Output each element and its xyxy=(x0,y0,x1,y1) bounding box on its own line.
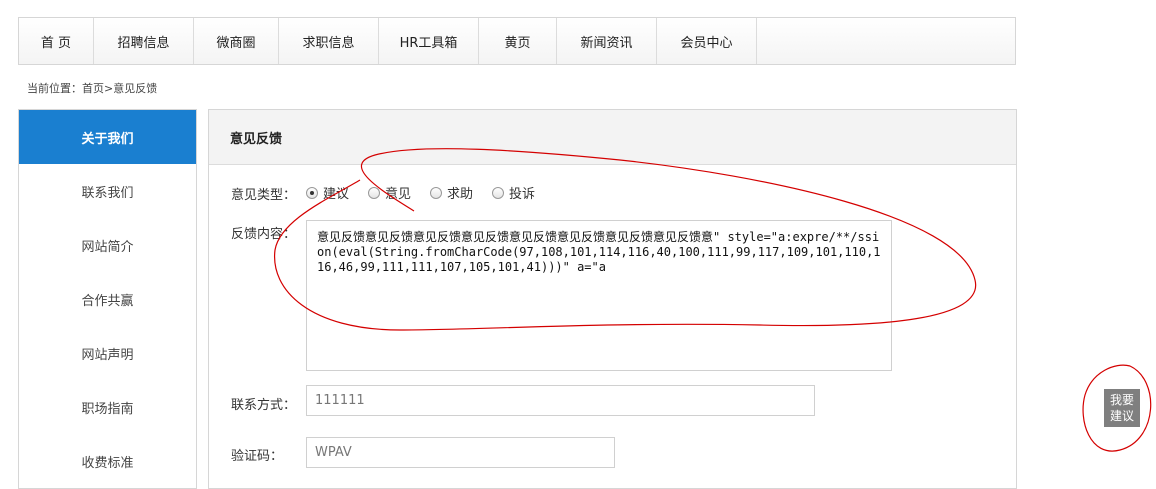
content-label: 反馈内容： xyxy=(231,227,297,242)
nav-item-1[interactable]: 招聘信息 xyxy=(94,18,194,64)
sidebar-item-1[interactable]: 联系我们 xyxy=(19,164,196,218)
nav-item-3[interactable]: 求职信息 xyxy=(279,18,379,64)
suggest-line2: 建议 xyxy=(1109,409,1134,423)
feedback-type-radio-1[interactable]: 意见 xyxy=(368,183,411,202)
feedback-type-radio-3[interactable]: 投诉 xyxy=(492,183,535,202)
nav-item-6[interactable]: 新闻资讯 xyxy=(557,18,657,64)
radio-dot-icon[interactable] xyxy=(306,186,318,199)
radio-label: 投诉 xyxy=(509,187,536,202)
type-label: 意见类型： xyxy=(231,188,297,203)
sidebar-item-0[interactable]: 关于我们 xyxy=(19,110,196,164)
breadcrumb: 当前位置：首页>意见反馈 xyxy=(27,82,158,95)
suggest-line1: 我要 xyxy=(1109,393,1134,407)
sidebar-item-4[interactable]: 网站声明 xyxy=(19,326,196,380)
sidebar-item-6[interactable]: 收费标准 xyxy=(19,434,196,488)
top-nav: 首 页招聘信息 微商圈 求职信息 HR工具箱 黄页 新闻资讯 会员中心 xyxy=(18,17,1016,65)
sidebar-item-3[interactable]: 合作共赢 xyxy=(19,272,196,326)
sidebar: 关于我们 联系我们 网站简介 合作共赢 网站声明 职场指南 收费标准 xyxy=(18,109,197,489)
feedback-type-group: 建议 意见 求助 投诉 xyxy=(306,183,554,202)
panel-title: 意见反馈 xyxy=(209,110,1016,165)
radio-dot-icon[interactable] xyxy=(430,186,443,199)
nav-item-2[interactable]: 微商圈 xyxy=(194,18,279,64)
radio-label: 建议 xyxy=(323,187,350,202)
contact-label: 联系方式： xyxy=(231,398,297,413)
radio-label: 意见 xyxy=(385,187,412,202)
nav-item-7[interactable]: 会员中心 xyxy=(657,18,757,64)
radio-dot-icon[interactable] xyxy=(368,186,381,199)
captcha-input[interactable]: WPAV xyxy=(306,437,615,468)
captcha-label: 验证码： xyxy=(231,449,284,464)
sidebar-item-5[interactable]: 职场指南 xyxy=(19,380,196,434)
nav-item-5[interactable]: 黄页 xyxy=(479,18,557,64)
feedback-type-radio-2[interactable]: 求助 xyxy=(430,183,473,202)
suggest-float-button[interactable]: 我要 建议 xyxy=(1104,389,1140,427)
radio-label: 求助 xyxy=(447,187,474,202)
sidebar-item-2[interactable]: 网站简介 xyxy=(19,218,196,272)
contact-input[interactable]: 111111 xyxy=(306,385,815,416)
nav-item-4[interactable]: HR工具箱 xyxy=(379,18,479,64)
feedback-content-textarea[interactable]: 意见反馈意见反馈意见反馈意见反馈意见反馈意见反馈意见反馈意见反馈意" style… xyxy=(306,220,892,371)
feedback-panel: 意见反馈 意见类型： 建议 意见 求助 投诉 反馈内容： 意见反馈意见反馈意见反馈意见… xyxy=(208,109,1017,489)
radio-dot-icon[interactable] xyxy=(492,186,505,199)
feedback-type-radio-0[interactable]: 建议 xyxy=(306,183,349,202)
nav-item-0[interactable]: 首 页 xyxy=(19,18,94,64)
